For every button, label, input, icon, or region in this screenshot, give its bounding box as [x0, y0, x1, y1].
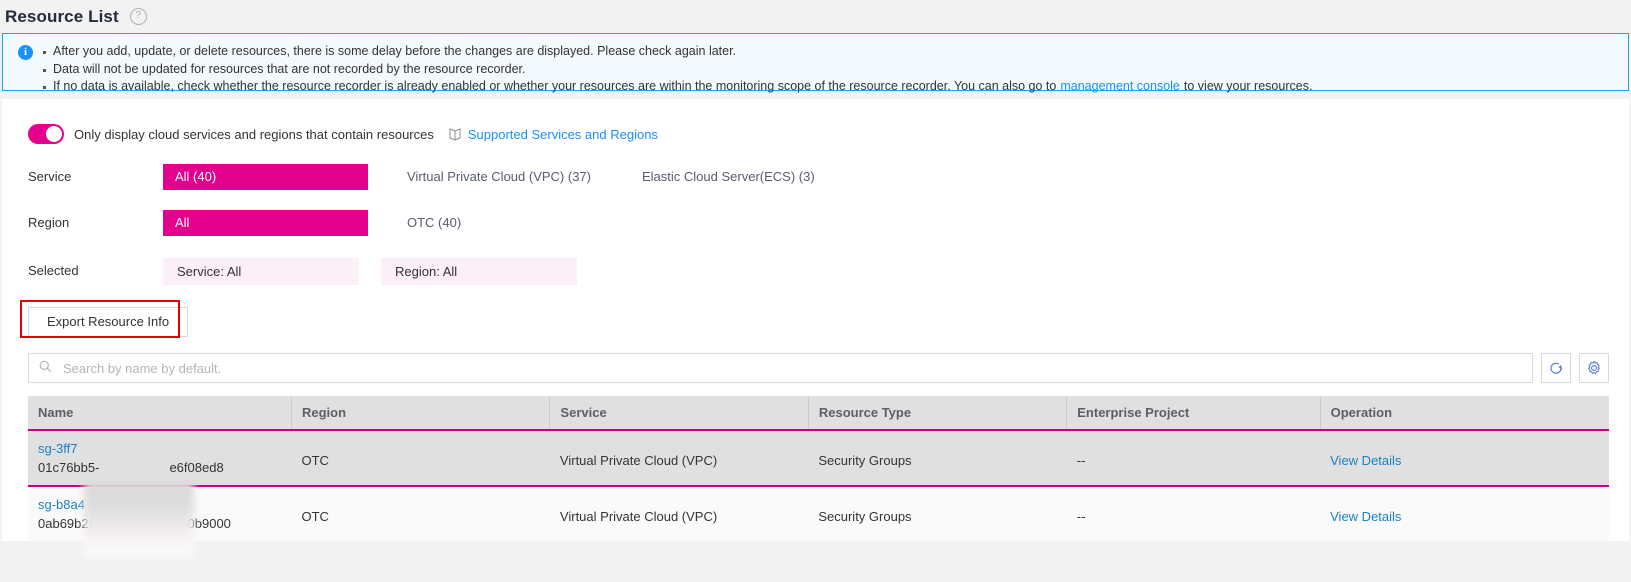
region-option-all[interactable]: All — [163, 210, 368, 236]
resource-id-suffix: b860b9000 — [165, 516, 231, 531]
service-filter-label: Service — [28, 169, 72, 184]
table-body: sg-3ff7 01c76bb5- e6f08ed8 OTC Virtual Pr… — [28, 429, 1609, 541]
notice-line-1: After you add, update, or delete resourc… — [41, 43, 1312, 61]
selected-filter-row: Selected Service: All Region: All — [2, 258, 1629, 285]
info-icon: i — [18, 45, 33, 60]
column-header-name[interactable]: Name — [28, 396, 292, 430]
export-button-wrapper: Export Resource Info — [20, 300, 189, 338]
page-header: Resource List ? — [0, 0, 1631, 33]
service-option-vpc[interactable]: Virtual Private Cloud (VPC) (37) — [395, 164, 603, 190]
info-banner: i After you add, update, or delete resou… — [2, 33, 1629, 93]
table-row[interactable]: sg-3ff7 01c76bb5- e6f08ed8 OTC Virtual Pr… — [28, 429, 1609, 487]
column-header-resource-type[interactable]: Resource Type — [808, 396, 1068, 430]
management-console-link[interactable]: management console — [1060, 79, 1180, 93]
column-header-region[interactable]: Region — [291, 396, 551, 430]
resource-id-suffix: e6f08ed8 — [169, 460, 224, 475]
selected-chip-service[interactable]: Service: All — [163, 258, 359, 285]
toggle-label: Only display cloud services and regions … — [74, 126, 434, 142]
search-icon — [39, 360, 52, 376]
settings-button[interactable] — [1579, 353, 1609, 383]
cell-enterprise-project: -- — [1066, 429, 1321, 487]
cell-region: OTC — [291, 486, 550, 541]
service-filter-row: Service All (40) Virtual Private Cloud (… — [2, 164, 1629, 190]
resource-table: Name Region Service Resource Type Enterp… — [28, 396, 1609, 541]
view-details-link[interactable]: View Details — [1330, 509, 1401, 524]
cell-name: sg-3ff7 01c76bb5- e6f08ed8 — [28, 429, 292, 487]
region-option-otc[interactable]: OTC (40) — [395, 210, 473, 236]
resource-name-link[interactable]: sg-b8a4 — [38, 497, 292, 512]
question-circle-icon[interactable]: ? — [129, 8, 147, 25]
cell-enterprise-project: -- — [1066, 486, 1321, 541]
selected-filter-label: Selected — [28, 263, 79, 278]
table-header-row: Name Region Service Resource Type Enterp… — [28, 396, 1609, 430]
resource-id-prefix: 0ab69b26 — [38, 516, 96, 531]
resource-id-prefix: 01c76bb5- — [38, 460, 100, 475]
view-details-link[interactable]: View Details — [1330, 453, 1401, 468]
cell-operation: View Details — [1320, 486, 1609, 541]
table-row[interactable]: sg-b8a4 0ab69b26 b860b9000 OTC Virtual Pr… — [28, 486, 1609, 541]
only-with-resources-toggle[interactable] — [28, 124, 64, 144]
cell-service: Virtual Private Cloud (VPC) — [549, 429, 809, 487]
resource-filter-card: Only display cloud services and regions … — [2, 99, 1629, 541]
refresh-button[interactable] — [1541, 353, 1571, 383]
notice-list: After you add, update, or delete resourc… — [41, 43, 1312, 96]
toggle-row: Only display cloud services and regions … — [2, 99, 1629, 151]
notice-line-3: If no data is available, check whether t… — [41, 78, 1312, 96]
cell-operation: View Details — [1320, 429, 1609, 487]
cell-service: Virtual Private Cloud (VPC) — [549, 486, 809, 541]
notice-line-2: Data will not be updated for resources t… — [41, 61, 1312, 79]
search-input[interactable] — [61, 359, 1522, 377]
selected-chip-region[interactable]: Region: All — [381, 258, 577, 285]
region-filter-label: Region — [28, 215, 70, 230]
search-box[interactable] — [28, 353, 1533, 383]
cell-name: sg-b8a4 0ab69b26 b860b9000 — [28, 486, 292, 541]
column-header-service[interactable]: Service — [549, 396, 809, 430]
book-icon — [448, 127, 462, 141]
region-filter-row: Region All OTC (40) — [2, 210, 1629, 236]
column-header-enterprise-project[interactable]: Enterprise Project — [1066, 396, 1321, 430]
column-header-operation: Operation — [1320, 396, 1609, 430]
notice-line-3-text: If no data is available, check whether t… — [53, 79, 1057, 93]
search-row — [2, 341, 1629, 383]
resource-name-link[interactable]: sg-3ff7 — [38, 441, 292, 456]
service-option-all[interactable]: All (40) — [163, 164, 368, 190]
supported-services-link[interactable]: Supported Services and Regions — [448, 127, 658, 142]
cell-resource-type: Security Groups — [808, 429, 1067, 487]
service-option-ecs[interactable]: Elastic Cloud Server(ECS) (3) — [630, 164, 827, 190]
cell-resource-type: Security Groups — [808, 486, 1067, 541]
toolbar: Export Resource Info — [2, 300, 1629, 341]
export-resource-info-button[interactable]: Export Resource Info — [28, 307, 189, 337]
page-title: Resource List — [5, 6, 119, 26]
notice-line-3-suffix: to view your resources. — [1183, 79, 1313, 93]
cell-region: OTC — [291, 429, 550, 487]
supported-services-label: Supported Services and Regions — [467, 126, 658, 142]
